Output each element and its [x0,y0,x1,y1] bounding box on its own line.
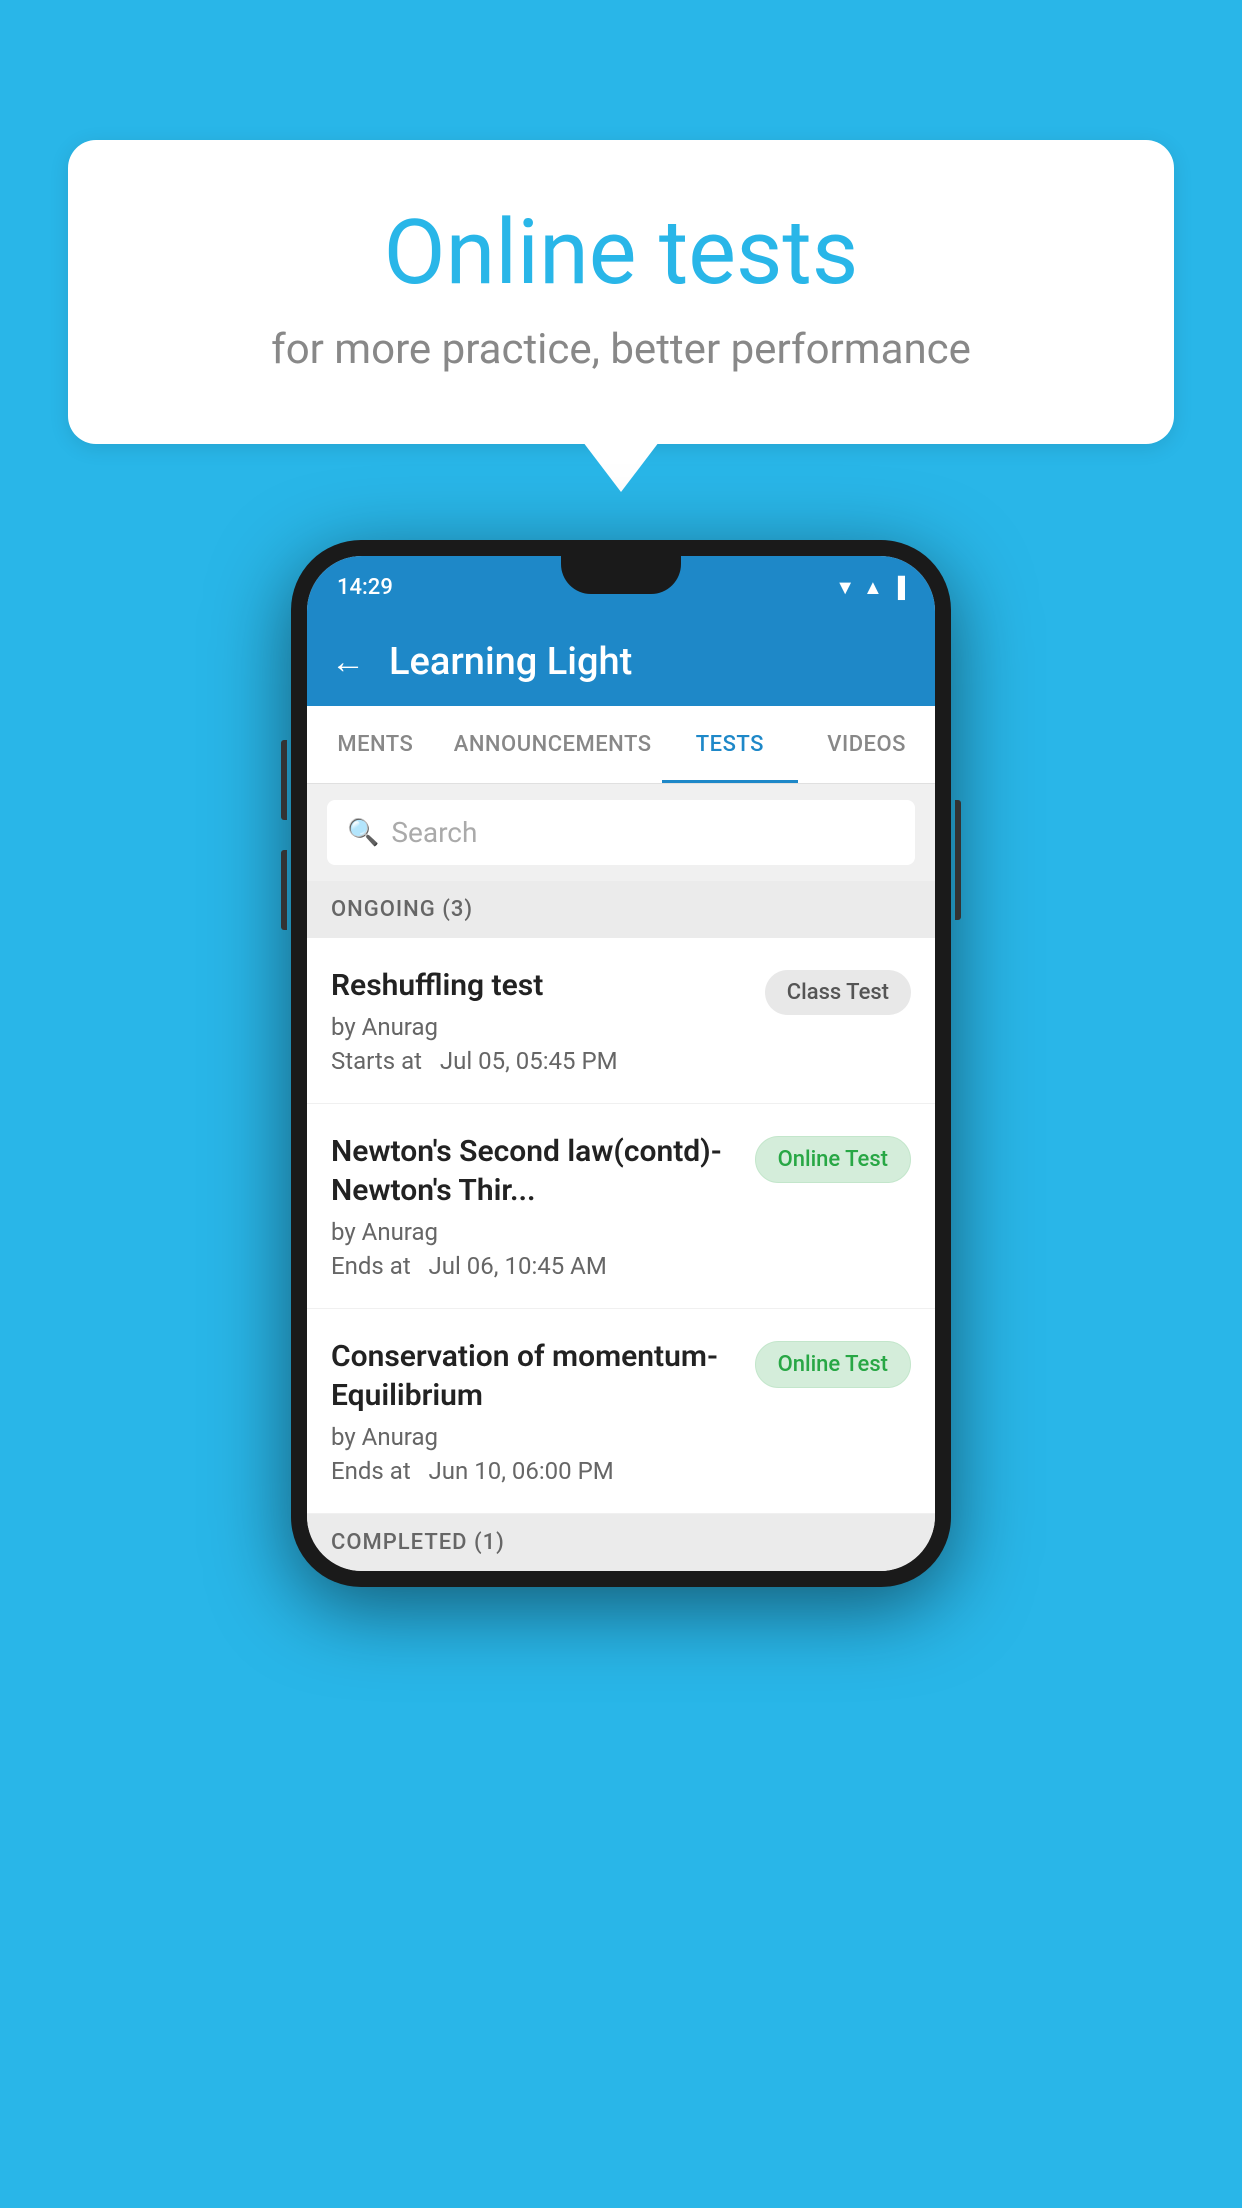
phone-volume-down-button [281,850,287,930]
test-time-1: Starts at Jul 05, 05:45 PM [331,1047,749,1075]
test-item-1[interactable]: Reshuffling test by Anurag Starts at Jul… [307,938,935,1104]
test-badge-2: Online Test [755,1136,911,1183]
search-box[interactable]: 🔍 Search [327,800,915,865]
test-author-1: by Anurag [331,1013,749,1041]
phone-power-button [955,800,961,920]
battery-icon: ▐ [891,575,905,600]
test-title-2: Newton's Second law(contd)-Newton's Thir… [331,1132,739,1210]
app-title: Learning Light [389,640,632,684]
tabs-bar: MENTS ANNOUNCEMENTS TESTS VIDEOS [307,706,935,784]
test-info-3: Conservation of momentum-Equilibrium by … [331,1337,755,1485]
speech-bubble-subtitle: for more practice, better performance [148,325,1094,374]
speech-bubble-title: Online tests [148,200,1094,305]
test-info-1: Reshuffling test by Anurag Starts at Jul… [331,966,765,1075]
test-time-value-1: Jul 05, 05:45 PM [440,1047,618,1075]
test-time-2: Ends at Jul 06, 10:45 AM [331,1252,739,1280]
test-info-2: Newton's Second law(contd)-Newton's Thir… [331,1132,755,1280]
phone-volume-up-button [281,740,287,820]
test-time-value-3: Jun 10, 06:00 PM [429,1457,614,1485]
tab-ments[interactable]: MENTS [307,706,444,783]
test-author-2: by Anurag [331,1218,739,1246]
phone-frame: 14:29 ▼ ▲ ▐ ← Learning Light MENTS ANNOU… [291,540,951,1587]
app-header: ← Learning Light [307,618,935,706]
status-icons: ▼ ▲ ▐ [835,575,905,600]
tab-tests[interactable]: TESTS [662,706,799,783]
test-time-label-3: Ends at [331,1457,411,1485]
wifi-icon: ▼ [835,575,855,600]
test-list: Reshuffling test by Anurag Starts at Jul… [307,938,935,1514]
search-input[interactable]: Search [391,816,477,849]
signal-icon: ▲ [863,575,883,600]
test-time-label-2: Ends at [331,1252,411,1280]
ongoing-section-header: ONGOING (3) [307,881,935,938]
search-container: 🔍 Search [307,784,935,881]
test-time-3: Ends at Jun 10, 06:00 PM [331,1457,739,1485]
search-icon: 🔍 [347,818,379,848]
phone-screen: 14:29 ▼ ▲ ▐ ← Learning Light MENTS ANNOU… [307,556,935,1571]
test-time-label-1: Starts at [331,1047,422,1075]
test-badge-1: Class Test [765,970,911,1015]
back-button[interactable]: ← [331,642,365,682]
phone-wrapper: 14:29 ▼ ▲ ▐ ← Learning Light MENTS ANNOU… [291,540,951,1587]
test-time-value-2: Jul 06, 10:45 AM [429,1252,607,1280]
test-title-1: Reshuffling test [331,966,749,1005]
status-bar: 14:29 ▼ ▲ ▐ [307,556,935,618]
test-author-3: by Anurag [331,1423,739,1451]
speech-bubble-container: Online tests for more practice, better p… [68,140,1174,444]
speech-bubble: Online tests for more practice, better p… [68,140,1174,444]
test-badge-3: Online Test [755,1341,911,1388]
test-title-3: Conservation of momentum-Equilibrium [331,1337,739,1415]
test-item-2[interactable]: Newton's Second law(contd)-Newton's Thir… [307,1104,935,1309]
test-item-3[interactable]: Conservation of momentum-Equilibrium by … [307,1309,935,1514]
tab-videos[interactable]: VIDEOS [798,706,935,783]
phone-notch [561,556,681,594]
status-time: 14:29 [337,575,393,600]
completed-section-header: COMPLETED (1) [307,1514,935,1571]
tab-announcements[interactable]: ANNOUNCEMENTS [444,706,662,783]
